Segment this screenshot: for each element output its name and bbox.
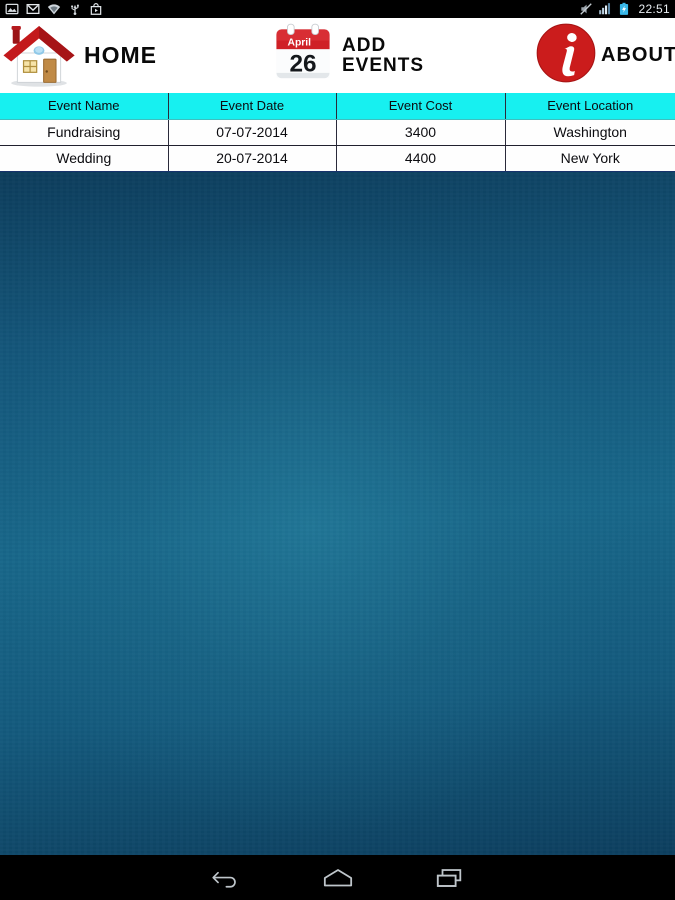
about-label: ABOUT [601, 44, 675, 67]
status-bar-system-icons: 22:51 [579, 2, 670, 16]
nav-back-button[interactable] [170, 855, 282, 900]
signal-icon [599, 3, 611, 15]
usb-icon [71, 4, 79, 16]
back-arrow-icon [211, 871, 236, 888]
about-button[interactable]: ABOUT [535, 18, 675, 93]
content-area [0, 170, 675, 855]
cell-event-cost: 4400 [336, 145, 506, 172]
home-label: HOME [84, 41, 157, 68]
home-pentagon-icon [323, 868, 352, 886]
recents-icon [436, 868, 461, 887]
cell-event-name: Wedding [0, 145, 169, 172]
cell-event-date: 20-07-2014 [168, 145, 337, 172]
cell-event-date: 07-07-2014 [168, 119, 337, 146]
cell-event-name: Fundraising [0, 119, 169, 146]
battery-charging-icon [620, 2, 629, 15]
table-row[interactable]: Fundraising 07-07-2014 3400 Washington [0, 119, 675, 146]
status-bar: 22:51 [0, 0, 675, 18]
info-circle-icon [535, 22, 597, 89]
events-table: Event Name Event Date Event Cost Event L… [0, 93, 675, 172]
column-header-event-date: Event Date [168, 93, 337, 120]
wifi-icon [47, 4, 61, 15]
nav-recents-button[interactable] [394, 855, 506, 900]
android-screen: 22:51 HOME April 26 ADD EVENTS ABOUT Eve… [0, 0, 675, 900]
gmail-icon [26, 3, 40, 15]
add-events-label: ADD EVENTS [342, 36, 424, 75]
status-clock: 22:51 [638, 2, 670, 16]
add-events-label-line2: EVENTS [342, 54, 425, 76]
table-row[interactable]: Wedding 20-07-2014 4400 New York [0, 145, 675, 172]
cell-event-cost: 3400 [336, 119, 506, 146]
app-header: HOME April 26 ADD EVENTS ABOUT [0, 18, 675, 93]
gallery-icon [5, 3, 19, 15]
wallpaper-texture [0, 170, 675, 855]
house-icon [0, 19, 78, 92]
calendar-day-text: 26 [289, 50, 316, 77]
calendar-month-text: April [288, 38, 312, 49]
column-header-event-cost: Event Cost [336, 93, 506, 120]
table-header-row: Event Name Event Date Event Cost Event L… [0, 93, 675, 120]
add-events-button[interactable]: April 26 ADD EVENTS [272, 18, 502, 93]
nav-home-button[interactable] [282, 855, 394, 900]
system-navigation-bar [0, 855, 675, 900]
column-header-event-location: Event Location [505, 93, 675, 120]
column-header-event-name: Event Name [0, 93, 169, 120]
status-bar-notification-icons [5, 2, 103, 16]
cell-event-location: Washington [505, 119, 675, 146]
cell-event-location: New York [505, 145, 675, 172]
add-events-label-line1: ADD [342, 35, 387, 57]
play-store-icon [90, 3, 102, 15]
calendar-icon: April 26 [272, 22, 334, 89]
home-button[interactable]: HOME [0, 18, 250, 93]
mute-icon [580, 3, 593, 15]
